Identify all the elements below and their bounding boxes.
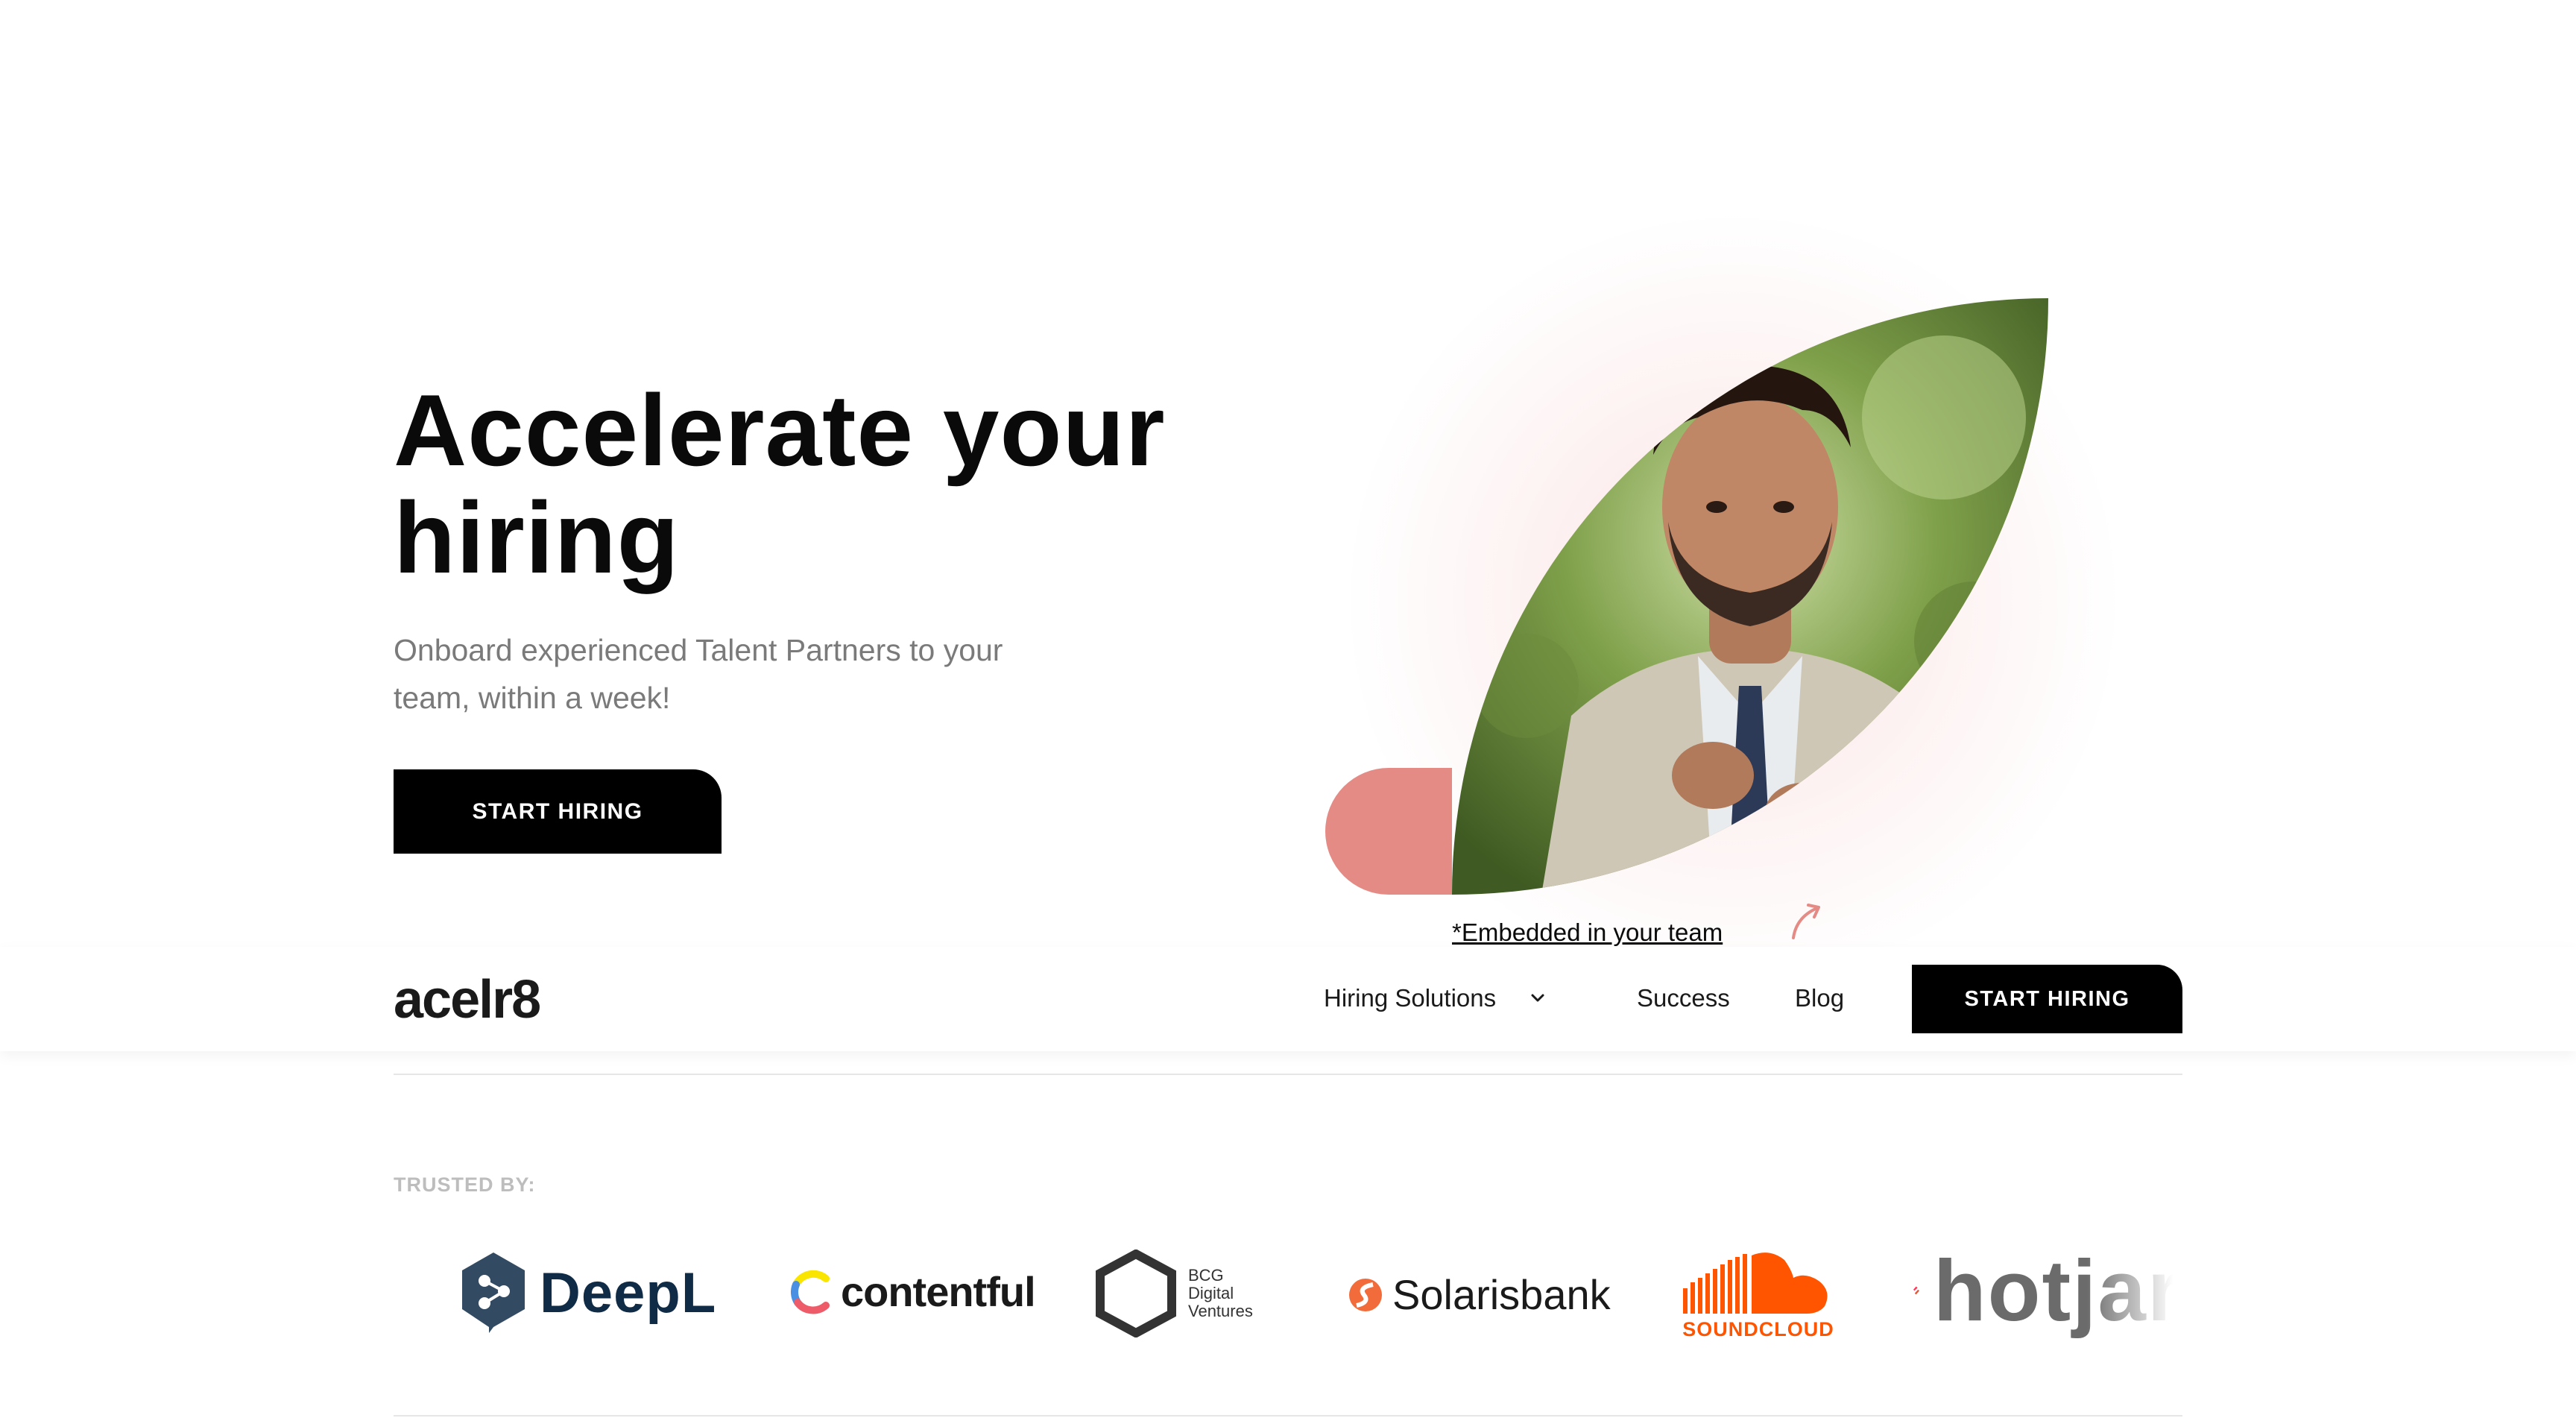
- decorative-leaf-shape: [1325, 768, 1452, 895]
- hero-title: Accelerate your hiring: [394, 374, 1166, 594]
- deepl-wordmark: DeepL: [540, 1261, 717, 1325]
- solarisbank-wordmark: Solarisbank: [1392, 1271, 1611, 1318]
- solarisbank-mark-icon: [1349, 1278, 1382, 1311]
- chevron-down-icon[interactable]: [1530, 990, 1546, 1006]
- start-hiring-button[interactable]: START HIRING: [394, 769, 722, 854]
- navbar: [0, 947, 2576, 1051]
- brand-logo[interactable]: acelr8: [394, 969, 541, 1030]
- nav-item-hiring-solutions[interactable]: Hiring Solutions: [1324, 984, 1496, 1012]
- bcg-line1: BCG: [1188, 1266, 1224, 1285]
- deepl-mark-icon: [462, 1252, 525, 1333]
- contentful-logo: contentful: [789, 1267, 1036, 1316]
- hotjar-flame-icon: [1913, 1286, 1920, 1295]
- photo-caption[interactable]: *Embedded in your team: [1452, 918, 1723, 947]
- curved-arrow-icon: [1792, 904, 1820, 939]
- hero-subtitle: Onboard experienced Talent Partners to y…: [394, 633, 1003, 715]
- solarisbank-logo: Solarisbank: [1348, 1270, 1611, 1319]
- contentful-mark-icon: [791, 1270, 830, 1314]
- nav-item-success[interactable]: Success: [1637, 984, 1730, 1012]
- section-divider-bottom: [394, 1415, 2182, 1417]
- deepl-logo: DeepL: [459, 1250, 716, 1336]
- nav-item-blog[interactable]: Blog: [1795, 984, 1844, 1012]
- nav-start-hiring-button[interactable]: START HIRING: [1912, 965, 2182, 1033]
- soundcloud-logo: SOUNDCLOUD: [1680, 1248, 1837, 1341]
- contentful-wordmark: contentful: [841, 1268, 1036, 1315]
- soundcloud-wordmark: SOUNDCLOUD: [1682, 1318, 1834, 1340]
- trusted-by-label: TRUSTED BY:: [394, 1173, 536, 1196]
- logo-carousel-fade: [2087, 1230, 2182, 1342]
- section-divider: [394, 1074, 2182, 1075]
- bcg-digital-ventures-logo: BCG Digital Ventures: [1094, 1250, 1253, 1337]
- soundcloud-cloud-icon: [1683, 1252, 1828, 1314]
- bcg-hexagon-icon: [1096, 1250, 1176, 1337]
- bcg-line2: Digital: [1188, 1284, 1234, 1302]
- bcg-line3: Ventures: [1188, 1302, 1253, 1320]
